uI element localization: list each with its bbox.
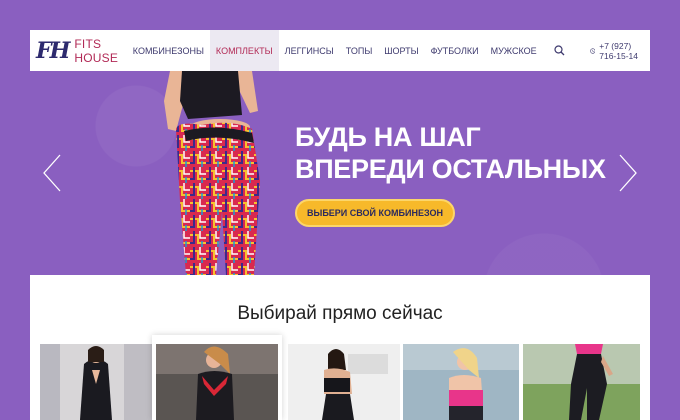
product-image-2 (156, 344, 278, 420)
catalog-section: Выбирай прямо сейчас (30, 275, 650, 420)
main-nav: КОМБИНЕЗОНЫ КОМПЛЕКТЫ ЛЕГГИНСЫ ТОПЫ ШОРТ… (127, 30, 543, 71)
site-header: FH FITS HOUSE КОМБИНЕЗОНЫ КОМПЛЕКТЫ ЛЕГГ… (30, 30, 650, 71)
section-title: Выбирай прямо сейчас (237, 303, 443, 324)
hero-headline-line2: ВПЕРЕДИ ОСТАЛЬНЫХ (295, 154, 606, 184)
logo[interactable]: FH FITS HOUSE (30, 30, 127, 71)
hero-headline: БУДЬ НА ШАГ ВПЕРЕДИ ОСТАЛЬНЫХ (295, 121, 615, 185)
nav-item-tshirts[interactable]: ФУТБОЛКИ (425, 30, 485, 71)
nav-item-leggings[interactable]: ЛЕГГИНСЫ (279, 30, 340, 71)
product-image-4 (403, 344, 519, 420)
phone-icon (589, 47, 596, 54)
product-card-4[interactable] (403, 344, 519, 420)
nav-item-mens[interactable]: МУЖСКОЕ (485, 30, 543, 71)
product-card-3[interactable] (288, 344, 400, 420)
phone-contact[interactable]: +7 (927) 716-15-14 (589, 40, 650, 61)
chevron-left-icon[interactable] (42, 153, 62, 193)
hero-headline-line1: БУДЬ НА ШАГ (295, 122, 481, 152)
product-image-3 (288, 344, 400, 420)
nav-item-shorts[interactable]: ШОРТЫ (378, 30, 424, 71)
nav-item-tops[interactable]: ТОПЫ (340, 30, 379, 71)
product-image-1 (40, 344, 152, 420)
product-card-5[interactable] (523, 344, 640, 420)
phone-number: +7 (927) 716-15-14 (599, 40, 639, 61)
hero-banner: БУДЬ НА ШАГ ВПЕРЕДИ ОСТАЛЬНЫХ ВЫБЕРИ СВО… (30, 71, 650, 275)
product-carousel (30, 335, 650, 420)
choose-jumpsuit-button[interactable]: ВЫБЕРИ СВОЙ КОМБИНЕЗОН (295, 199, 455, 227)
logo-text: FITS HOUSE (74, 36, 119, 65)
search-icon[interactable] (551, 30, 568, 71)
product-image-5 (523, 344, 640, 420)
logo-mark: FH (36, 37, 70, 64)
hero-model-image (164, 71, 260, 275)
product-card-2[interactable] (152, 335, 282, 420)
product-card-1[interactable] (40, 344, 152, 420)
nav-item-sets[interactable]: КОМПЛЕКТЫ (209, 30, 279, 71)
nav-item-jumpsuits[interactable]: КОМБИНЕЗОНЫ (127, 30, 210, 71)
chevron-right-icon[interactable] (618, 153, 638, 193)
